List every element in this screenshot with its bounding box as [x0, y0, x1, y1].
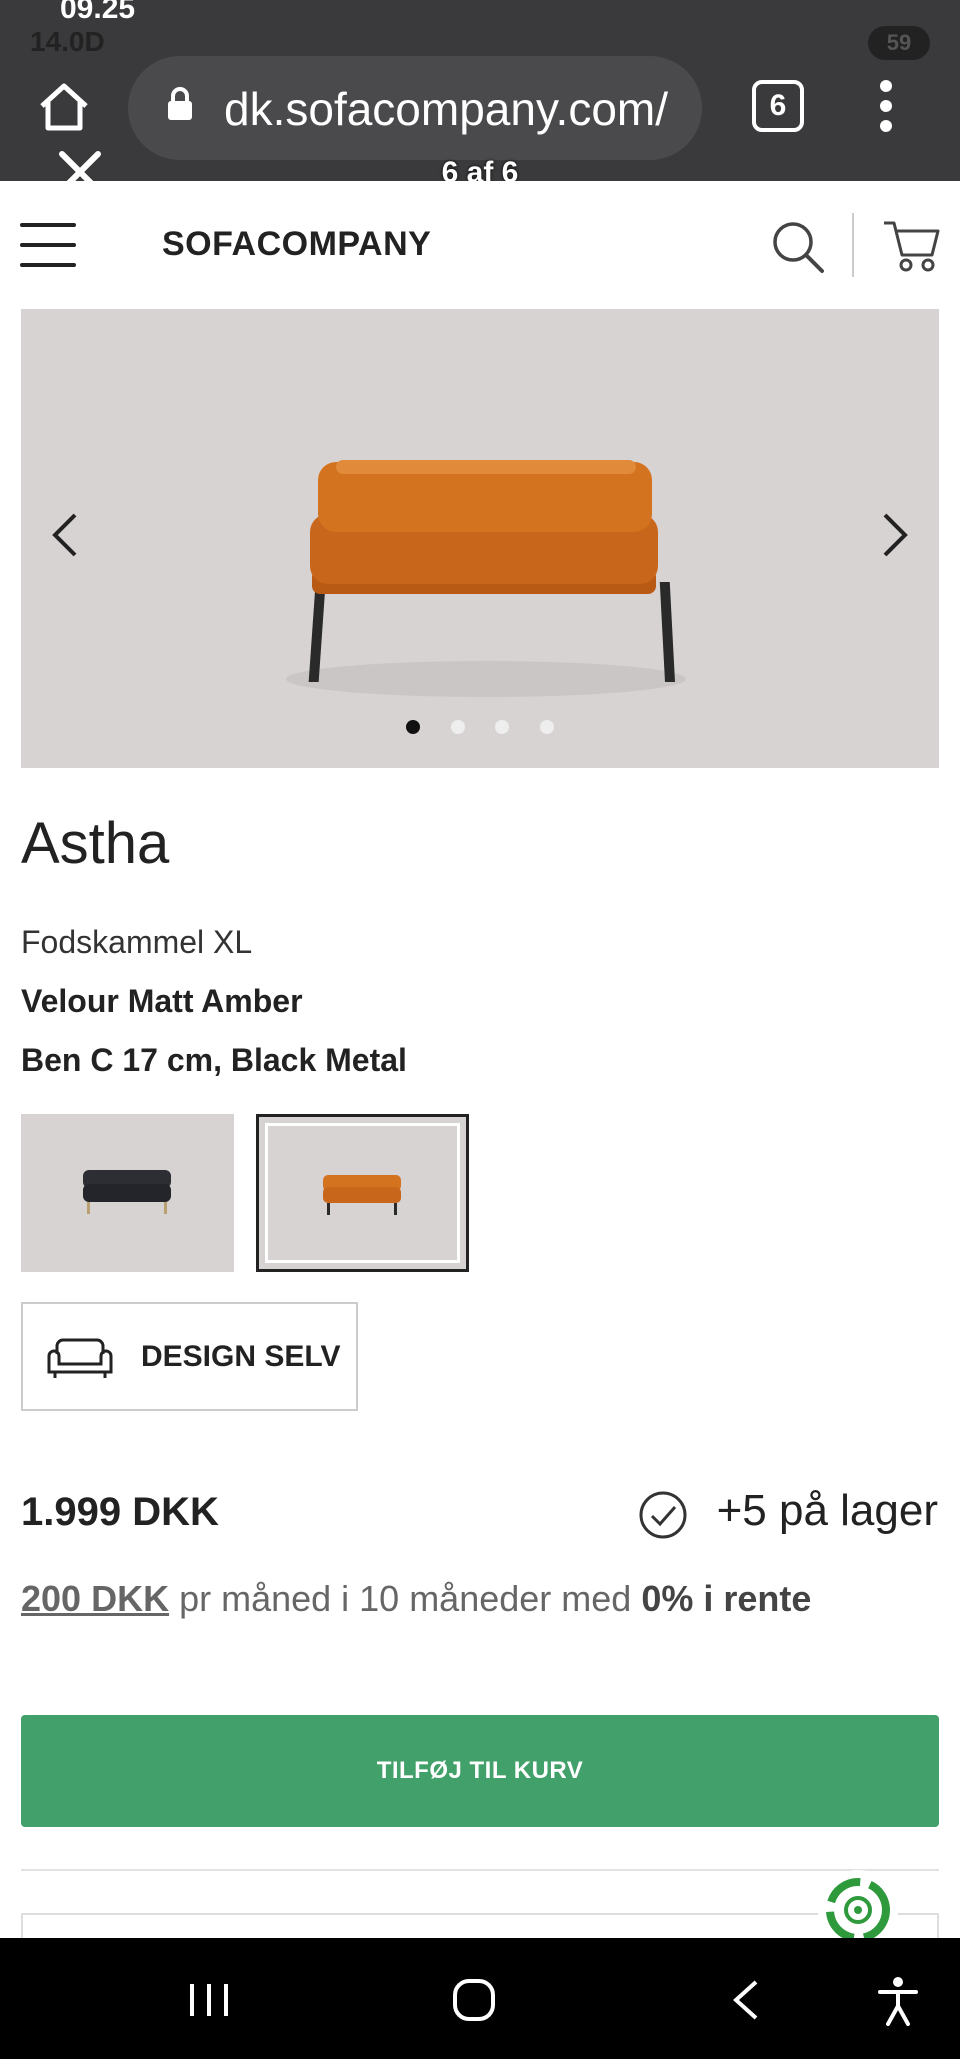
chevron-left-icon[interactable] [47, 511, 83, 559]
add-to-cart-button[interactable]: TILFØJ TIL KURV [21, 1715, 939, 1827]
variant-thumbnail [323, 1175, 401, 1215]
variant-swatch-amber[interactable] [256, 1114, 469, 1272]
variant-swatch-black[interactable] [21, 1114, 234, 1272]
site-header: SOFACOMPANY [0, 181, 960, 311]
product-gallery[interactable] [21, 309, 939, 768]
home-icon[interactable] [36, 82, 92, 132]
finance-rate: 0% i rente [641, 1578, 812, 1619]
product-fabric: Velour Matt Amber [21, 983, 303, 1019]
carousel-dot[interactable] [539, 720, 554, 734]
carousel-dot[interactable] [406, 720, 421, 734]
brand-logo[interactable]: SOFACOMPANY [162, 225, 431, 264]
search-icon[interactable] [770, 219, 826, 275]
check-icon [639, 1491, 687, 1539]
recents-icon[interactable] [186, 1982, 232, 2018]
product-image [286, 460, 686, 697]
carousel-dot[interactable] [450, 720, 465, 734]
address-bar[interactable]: dk.sofacompany.com/ [128, 56, 702, 160]
header-divider [852, 213, 854, 277]
chevron-right-icon[interactable] [877, 511, 913, 559]
product-subtitle: Fodskammel XL [21, 924, 253, 960]
variant-thumbnail [83, 1170, 171, 1214]
finance-info: 200 DKK pr måned i 10 måneder med 0% i r… [21, 1578, 811, 1620]
status-time-secondary: 14.0D [30, 26, 105, 57]
finance-text: pr måned i 10 måneder med [169, 1578, 642, 1619]
accessibility-icon[interactable] [876, 1976, 920, 2026]
back-icon[interactable] [728, 1978, 764, 2022]
tabs-button[interactable]: 6 [752, 80, 804, 132]
design-yourself-button[interactable]: DESIGN SELV [21, 1302, 358, 1411]
lock-icon [168, 87, 192, 120]
product-price: 1.999 DKK [21, 1490, 219, 1534]
browser-menu-icon[interactable] [876, 80, 896, 136]
cart-icon[interactable] [882, 217, 940, 275]
menu-icon[interactable] [20, 223, 76, 267]
url-text[interactable]: dk.sofacompany.com/ [224, 82, 684, 136]
carousel-dot[interactable] [495, 720, 510, 734]
section-divider [21, 1869, 939, 1871]
product-legs: Ben C 17 cm, Black Metal [21, 1042, 407, 1078]
system-home-icon[interactable] [452, 1978, 496, 2022]
browser-chrome: 09.25 14.0D 59 dk.sofacompany.com/ 6 6 a… [0, 0, 960, 193]
sofa-icon [47, 1338, 113, 1378]
finance-amount-link[interactable]: 200 DKK [21, 1578, 169, 1619]
system-nav-bar [0, 1938, 960, 2059]
design-yourself-label: DESIGN SELV [141, 1340, 341, 1373]
carousel-dots [21, 720, 939, 739]
battery-indicator: 59 [868, 26, 930, 60]
stock-status: +5 på lager [716, 1486, 938, 1535]
product-title: Astha [21, 811, 170, 876]
status-time: 09.25 [60, 0, 136, 25]
